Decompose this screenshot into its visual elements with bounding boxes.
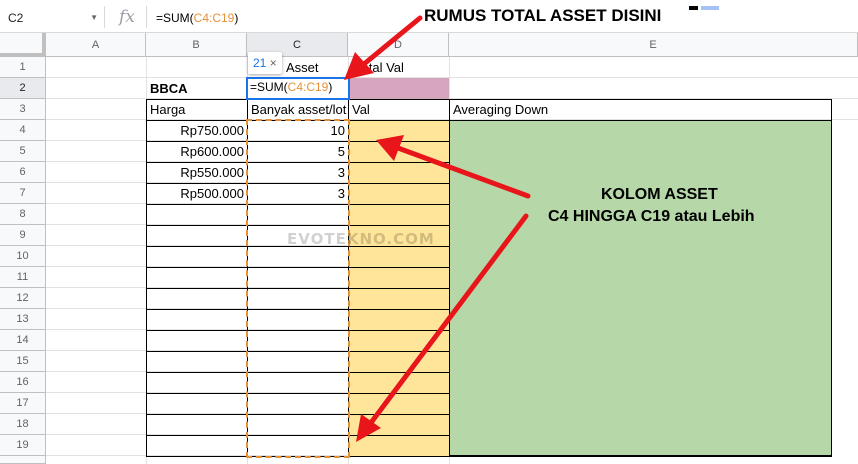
row-header[interactable]: 3 — [0, 99, 46, 120]
close-icon[interactable]: × — [270, 56, 277, 70]
column-header-d[interactable]: D — [348, 33, 449, 57]
name-box[interactable]: C2 ▼ — [0, 8, 104, 28]
formula-suffix: ) — [234, 11, 239, 25]
table-border — [146, 351, 449, 352]
chevron-down-icon[interactable]: ▼ — [90, 8, 98, 28]
formula-input[interactable]: =SUM(C4:C19) — [156, 8, 238, 28]
active-cell-suffix: ) — [328, 80, 333, 94]
cell-b6[interactable]: Rp550.000 — [147, 162, 247, 183]
row-header[interactable]: 8 — [0, 204, 46, 225]
active-cell-editor[interactable]: =SUM(C4:C19) — [246, 77, 350, 100]
cell-b4[interactable]: Rp750.000 — [147, 120, 247, 141]
divider — [146, 6, 147, 28]
cell-c4[interactable]: 10 — [248, 120, 348, 141]
row-header[interactable]: 15 — [0, 351, 46, 372]
cell-e3[interactable]: Averaging Down — [450, 99, 830, 120]
row-header[interactable]: 7 — [0, 183, 46, 204]
table-border — [146, 435, 449, 436]
active-cell-prefix: =SUM( — [250, 80, 288, 94]
table-border — [146, 456, 832, 457]
row-header[interactable]: 6 — [0, 162, 46, 183]
cell-b3[interactable]: Harga — [147, 99, 247, 120]
tooltip-value: 21 — [253, 56, 267, 70]
row-header[interactable] — [0, 456, 46, 464]
row-header[interactable]: 12 — [0, 288, 46, 309]
row-header[interactable]: 14 — [0, 330, 46, 351]
annotation-top: RUMUS TOTAL ASSET DISINI — [424, 6, 662, 25]
table-border — [146, 393, 449, 394]
toolbar-fragment — [689, 6, 698, 10]
row-header[interactable]: 19 — [0, 435, 46, 456]
name-box-value: C2 — [8, 11, 24, 25]
cell-d1[interactable]: Total Val — [352, 57, 448, 78]
cell-c6[interactable]: 3 — [248, 162, 348, 183]
cell-e4-fill — [449, 120, 832, 456]
divider — [104, 6, 105, 28]
cell-d2-fill — [349, 78, 449, 99]
row-header[interactable]: 18 — [0, 414, 46, 435]
row-header[interactable]: 16 — [0, 372, 46, 393]
table-border — [449, 99, 450, 456]
active-cell-range: C4:C19 — [287, 80, 329, 94]
watermark: EVOTEKNO.COM — [287, 230, 435, 248]
column-header-b[interactable]: B — [146, 33, 247, 57]
row-header[interactable]: 10 — [0, 246, 46, 267]
table-border — [831, 99, 832, 120]
cell-c7[interactable]: 3 — [248, 183, 348, 204]
row-header[interactable]: 13 — [0, 309, 46, 330]
formula-result-tooltip: 21 × — [248, 52, 282, 74]
row-header[interactable]: 5 — [0, 141, 46, 162]
cell-b2[interactable]: BBCA — [147, 78, 247, 99]
formula-range: C4:C19 — [193, 11, 235, 25]
table-border — [146, 267, 449, 268]
row-header[interactable]: 11 — [0, 267, 46, 288]
cell-d3[interactable]: Val — [349, 99, 449, 120]
cell-c3[interactable]: Banyak asset/lot — [248, 99, 348, 120]
table-border — [146, 225, 449, 226]
cell-c5[interactable]: 5 — [248, 141, 348, 162]
row-header[interactable]: 17 — [0, 393, 46, 414]
cell-b7[interactable]: Rp500.000 — [147, 183, 247, 204]
table-border — [146, 204, 449, 205]
spreadsheet-grid[interactable]: A B C D E 1 2 3 4 5 6 7 8 9 10 11 12 13 … — [0, 33, 858, 464]
table-border — [348, 99, 349, 456]
column-header-a[interactable]: A — [46, 33, 146, 57]
row-header[interactable]: 1 — [0, 57, 46, 78]
table-border — [146, 330, 449, 331]
annotation-right-line2: C4 HINGGA C19 atau Lebih — [548, 208, 755, 225]
table-border — [146, 288, 449, 289]
table-border — [146, 309, 449, 310]
annotation-right-line1: KOLOM ASSET — [601, 186, 718, 203]
cell-c1[interactable]: Asset — [283, 57, 347, 78]
cell-b5[interactable]: Rp600.000 — [147, 141, 247, 162]
toolbar-fragment — [701, 6, 719, 10]
table-border — [146, 372, 449, 373]
column-header-e[interactable]: E — [449, 33, 858, 57]
formula-prefix: =SUM( — [156, 11, 194, 25]
fx-icon: fx — [119, 7, 135, 27]
select-all-corner[interactable] — [0, 33, 46, 57]
row-header[interactable]: 9 — [0, 225, 46, 246]
row-header[interactable]: 4 — [0, 120, 46, 141]
table-border — [146, 414, 449, 415]
row-header[interactable]: 2 — [0, 78, 46, 99]
